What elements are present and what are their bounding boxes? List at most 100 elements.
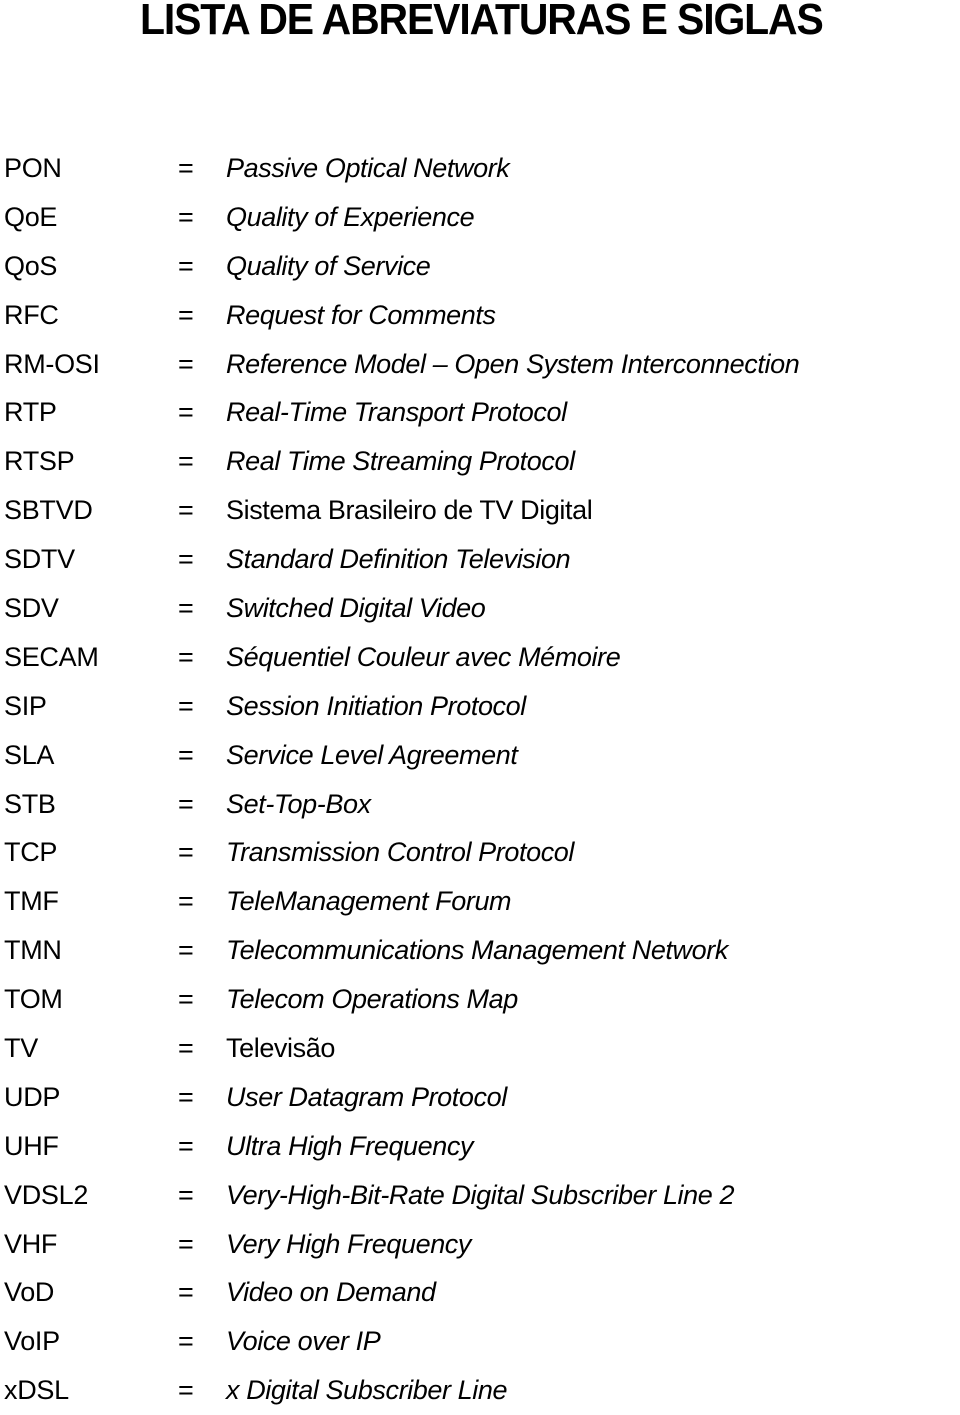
page-title: LISTA DE ABREVIATURAS E SIGLAS <box>140 0 824 44</box>
abbreviation-entry: SLA = Service Level Agreement <box>0 731 960 780</box>
equals-sign: = <box>178 739 194 770</box>
abbreviation: TOM <box>4 984 63 1015</box>
definition: Telecom Operations Map <box>226 984 518 1015</box>
equals-sign: = <box>178 886 194 917</box>
equals-sign: = <box>178 495 194 526</box>
abbreviation-entry: UHF = Ultra High Frequency <box>0 1122 960 1171</box>
abbreviation: SIP <box>4 690 47 721</box>
equals-sign: = <box>178 201 194 232</box>
abbreviation-entry: UDP = User Datagram Protocol <box>0 1073 960 1122</box>
definition: Televisão <box>226 1033 335 1064</box>
abbreviation: SLA <box>4 739 55 770</box>
abbreviation: RM-OSI <box>4 348 100 379</box>
definition: Passive Optical Network <box>226 153 510 183</box>
abbreviation: PON <box>4 153 62 183</box>
equals-sign: = <box>178 299 194 330</box>
definition: Switched Digital Video <box>226 593 486 624</box>
definition: Service Level Agreement <box>226 739 518 770</box>
abbreviation: SDV <box>4 593 59 624</box>
definition: Very High Frequency <box>226 1228 472 1259</box>
equals-sign: = <box>178 1277 194 1308</box>
equals-sign: = <box>178 935 194 966</box>
equals-sign: = <box>178 1033 194 1064</box>
abbreviation: xDSL <box>4 1375 69 1406</box>
definition: Telecommunications Management Network <box>226 935 728 966</box>
equals-sign: = <box>178 397 194 428</box>
abbreviation: QoS <box>4 250 58 281</box>
abbreviation-entry: RFC = Request for Comments <box>0 291 960 340</box>
abbreviation-entry: VDSL2 = Very-High-Bit-Rate Digital Subscri… <box>0 1171 960 1220</box>
equals-sign: = <box>178 544 194 575</box>
definition: Set-Top-Box <box>226 788 371 819</box>
definition: Ultra High Frequency <box>226 1130 474 1161</box>
definition: Reference Model – Open System Interconne… <box>226 348 800 379</box>
abbreviation-entry: RTSP = Real Time Streaming Protocol <box>0 437 960 486</box>
equals-sign: = <box>178 1179 194 1210</box>
abbreviation-entry: QoE = Quality of Experience <box>0 193 960 242</box>
equals-sign: = <box>178 1375 194 1406</box>
abbreviation: RTSP <box>4 446 75 477</box>
abbreviation-entry: SECAM = Séquentiel Couleur avec Mémoire <box>0 633 960 682</box>
definition: Very-High-Bit-Rate Digital Subscriber Li… <box>226 1179 735 1210</box>
equals-sign: = <box>178 593 194 624</box>
definition: TeleManagement Forum <box>226 886 512 917</box>
abbreviation-entry: VoD = Video on Demand <box>0 1268 960 1317</box>
abbreviation-list: PON = Passive Optical Network QoE = Quality … <box>0 144 960 1415</box>
equals-sign: = <box>178 837 194 868</box>
definition: Voice over IP <box>226 1326 381 1357</box>
equals-sign: = <box>178 153 194 183</box>
abbreviation: TMF <box>4 886 59 917</box>
abbreviation-entry: QoS = Quality of Service <box>0 242 960 291</box>
abbreviation-entry: SIP = Session Initiation Protocol <box>0 682 960 731</box>
abbreviation-entry: TCP = Transmission Control Protocol <box>0 828 960 877</box>
equals-sign: = <box>178 1228 194 1259</box>
abbreviation-entry: RTP = Real-Time Transport Protocol <box>0 388 960 437</box>
abbreviation-entry: SDV = Switched Digital Video <box>0 584 960 633</box>
abbreviation-entry: STB = Set-Top-Box <box>0 780 960 829</box>
abbreviation: TMN <box>4 935 62 966</box>
abbreviation: QoE <box>4 201 58 232</box>
abbreviation-entry: TOM = Telecom Operations Map <box>0 975 960 1024</box>
abbreviation: VoIP <box>4 1326 60 1357</box>
equals-sign: = <box>178 1326 194 1357</box>
abbreviation: RTP <box>4 397 57 428</box>
abbreviation-entry: TMN = Telecommunications Management Networ… <box>0 926 960 975</box>
abbreviation: UDP <box>4 1081 61 1112</box>
definition: Quality of Service <box>226 250 431 281</box>
abbreviation-entry: xDSL = x Digital Subscriber Line <box>0 1366 960 1415</box>
abbreviation: TV <box>4 1033 38 1064</box>
abbreviation: UHF <box>4 1130 59 1161</box>
definition: Séquentiel Couleur avec Mémoire <box>226 641 621 672</box>
abbreviation: RFC <box>4 299 59 330</box>
equals-sign: = <box>178 1081 194 1112</box>
abbreviation: VoD <box>4 1277 55 1308</box>
definition: Sistema Brasileiro de TV Digital <box>226 495 593 526</box>
equals-sign: = <box>178 641 194 672</box>
equals-sign: = <box>178 348 194 379</box>
definition: Request for Comments <box>226 299 496 330</box>
definition: Real-Time Transport Protocol <box>226 397 567 428</box>
equals-sign: = <box>178 690 194 721</box>
abbreviation: STB <box>4 788 56 819</box>
abbreviation: SDTV <box>4 544 75 575</box>
equals-sign: = <box>178 1130 194 1161</box>
equals-sign: = <box>178 788 194 819</box>
definition: Real Time Streaming Protocol <box>226 446 575 477</box>
abbreviation-entry: TMF = TeleManagement Forum <box>0 877 960 926</box>
abbreviation: TCP <box>4 837 58 868</box>
abbreviation: VDSL2 <box>4 1179 89 1210</box>
abbreviation: SECAM <box>4 641 99 672</box>
abbreviation: VHF <box>4 1228 58 1259</box>
abbreviation-entry: RM-OSI = Reference Model – Open System Int… <box>0 340 960 389</box>
definition: Session Initiation Protocol <box>226 690 526 721</box>
definition: User Datagram Protocol <box>226 1081 507 1112</box>
abbreviation: SBTVD <box>4 495 93 526</box>
abbreviation-entry: VHF = Very High Frequency <box>0 1220 960 1269</box>
equals-sign: = <box>178 446 194 477</box>
equals-sign: = <box>178 984 194 1015</box>
abbreviation-entry: TV = Televisão <box>0 1024 960 1073</box>
abbreviation-entry: VoIP = Voice over IP <box>0 1317 960 1366</box>
definition: x Digital Subscriber Line <box>226 1375 508 1406</box>
abbreviation-entry: SBTVD = Sistema Brasileiro de TV Digital <box>0 486 960 535</box>
definition: Standard Definition Television <box>226 544 571 575</box>
